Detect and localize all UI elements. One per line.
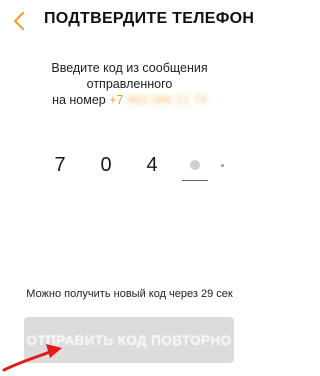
code-input[interactable]: 7 0 4	[38, 152, 228, 188]
instruction-line-1: Введите код из сообщения	[51, 61, 208, 75]
instruction-text: Введите код из сообщения отправленного н…	[20, 60, 239, 108]
instruction-line-3: на номер +7 963 086 21 79	[20, 92, 239, 108]
back-button[interactable]	[8, 8, 30, 34]
code-digit-4[interactable]	[182, 152, 208, 182]
active-slot-underline	[182, 180, 208, 181]
chevron-left-icon	[13, 11, 25, 31]
phone-country-code: +7	[109, 93, 124, 107]
resend-timer-text: Можно получить новый код через 29 сек	[26, 288, 233, 300]
phone-number-hidden: 963 086 21 79	[126, 93, 207, 107]
code-digit-3[interactable]: 4	[140, 152, 164, 178]
instruction-line-2: отправленного	[86, 77, 173, 91]
code-digit-2[interactable]: 0	[94, 152, 118, 178]
page-title: ПОДТВЕРДИТЕ ТЕЛЕФОН	[44, 10, 255, 27]
confirm-phone-screen: ПОДТВЕРДИТЕ ТЕЛЕФОН Введите код из сообщ…	[0, 0, 259, 376]
placeholder-dot-icon	[190, 160, 200, 170]
header: ПОДТВЕРДИТЕ ТЕЛЕФОН	[0, 0, 259, 42]
slot-dot-icon	[221, 164, 224, 167]
red-arrow-icon	[2, 344, 62, 372]
instruction-prefix: на номер	[52, 93, 106, 107]
code-digit-1[interactable]: 7	[48, 152, 72, 178]
